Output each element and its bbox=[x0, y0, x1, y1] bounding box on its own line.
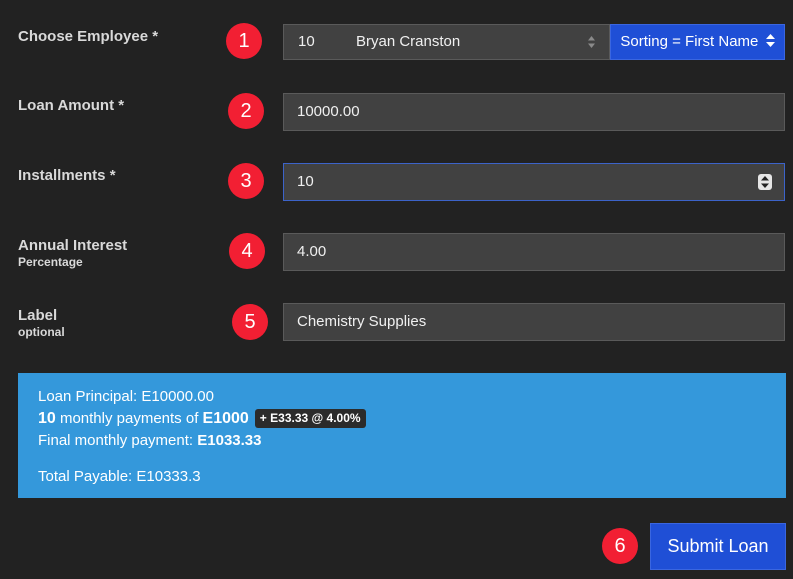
step-badge-4: 4 bbox=[229, 233, 265, 269]
step-badge-6: 6 bbox=[602, 528, 638, 564]
step-badge-1: 1 bbox=[226, 23, 262, 59]
interest-label-text: Annual Interest bbox=[18, 237, 128, 254]
installments-label: Installments * bbox=[18, 167, 116, 184]
summary-final-payment: Final monthly payment: E1033.33 bbox=[38, 430, 786, 452]
note-sublabel: optional bbox=[18, 325, 65, 339]
interest-input[interactable]: 4.00 bbox=[283, 233, 785, 271]
interest-value: 4.00 bbox=[297, 243, 327, 260]
payments-text: monthly payments of bbox=[55, 410, 203, 427]
sort-button-label: Sorting = First Name bbox=[620, 33, 759, 50]
note-label: Label optional bbox=[18, 307, 65, 339]
installments-input[interactable]: 10 bbox=[283, 163, 785, 201]
loan-amount-label: Loan Amount * bbox=[18, 97, 124, 114]
payment-amount: E1000 bbox=[202, 410, 249, 427]
loan-amount-input[interactable]: 10000.00 bbox=[283, 93, 785, 131]
step-badge-2: 2 bbox=[228, 93, 264, 129]
submit-loan-label: Submit Loan bbox=[667, 536, 769, 556]
spinner-updown-icon bbox=[761, 176, 769, 188]
sort-button[interactable]: Sorting = First Name bbox=[610, 24, 785, 60]
employee-label-text: Choose Employee * bbox=[18, 28, 159, 45]
note-value: Chemistry Supplies bbox=[297, 313, 427, 330]
interest-pill: + E33.33 @ 4.00% bbox=[254, 409, 366, 428]
sort-icon bbox=[765, 34, 775, 47]
installments-value: 10 bbox=[297, 173, 314, 190]
loan-amount-label-text: Loan Amount * bbox=[18, 97, 125, 114]
number-spinner[interactable] bbox=[758, 174, 772, 190]
note-input[interactable]: Chemistry Supplies bbox=[283, 303, 785, 341]
interest-sublabel: Percentage bbox=[18, 255, 83, 269]
step-badge-5: 5 bbox=[232, 304, 268, 340]
employee-id: 10 bbox=[298, 33, 315, 50]
submit-loan-button[interactable]: Submit Loan bbox=[650, 523, 786, 570]
employee-select[interactable]: 10 Bryan Cranston bbox=[283, 24, 610, 60]
employee-label: Choose Employee * bbox=[18, 28, 158, 45]
summary-total: Total Payable: E10333.3 bbox=[38, 468, 201, 485]
interest-label: Annual Interest Percentage bbox=[18, 237, 127, 269]
installments-label-text: Installments * bbox=[18, 167, 116, 184]
select-updown-icon bbox=[588, 36, 595, 48]
summary-principal: Loan Principal: E10000.00 bbox=[38, 388, 214, 405]
final-amount: E1033.33 bbox=[197, 432, 262, 449]
step-badge-3: 3 bbox=[228, 163, 264, 199]
loan-summary-panel: Loan Principal: E10000.00 10 monthly pay… bbox=[18, 373, 786, 498]
loan-amount-value: 10000.00 bbox=[297, 103, 360, 120]
final-text: Final monthly payment: bbox=[38, 432, 198, 449]
summary-payments: 10 monthly payments of E1000 + E33.33 @ 4… bbox=[38, 408, 786, 430]
note-label-text: Label bbox=[18, 307, 58, 324]
employee-name: Bryan Cranston bbox=[356, 33, 461, 50]
payments-count: 10 bbox=[38, 410, 56, 427]
